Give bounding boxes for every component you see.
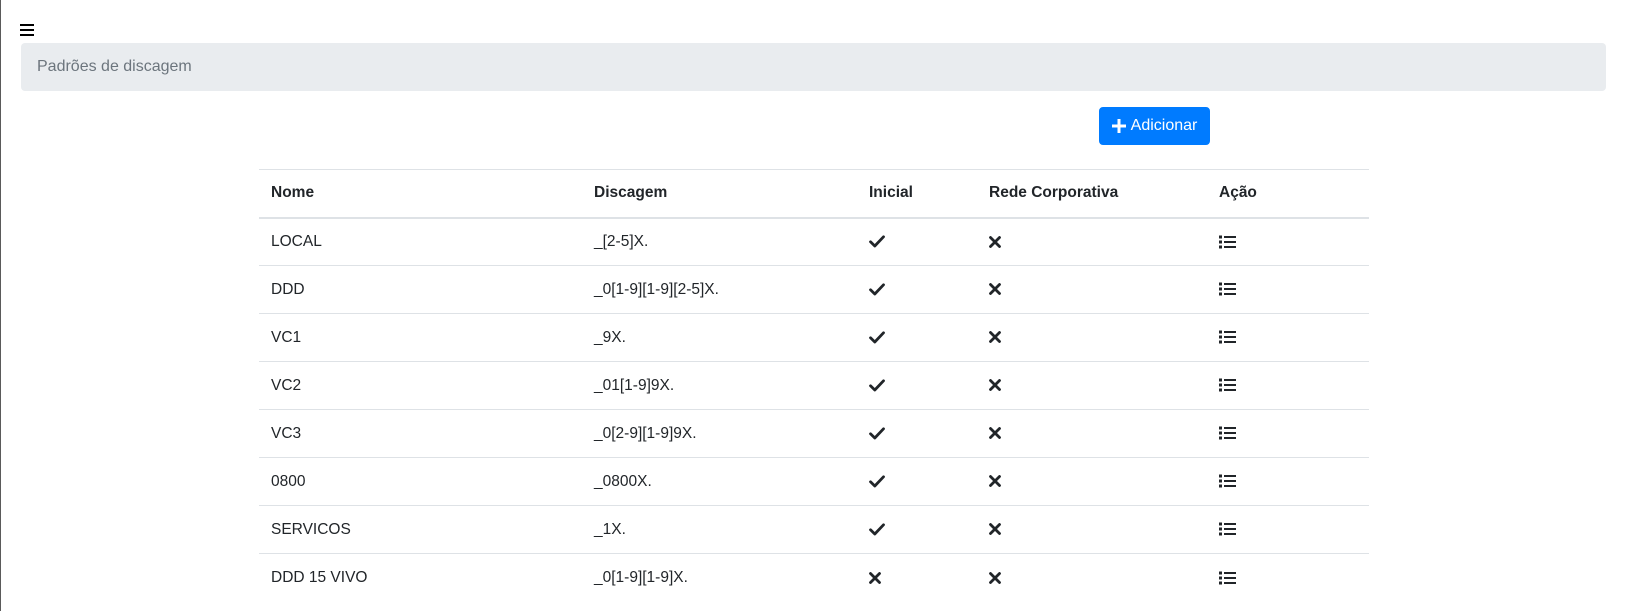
check-icon — [869, 379, 885, 392]
column-header-acao: Ação — [1207, 169, 1369, 219]
cell-inicial — [857, 505, 977, 554]
list-icon[interactable] — [1219, 330, 1236, 344]
cell-acao — [1207, 313, 1369, 362]
cell-inicial — [857, 218, 977, 266]
cell-discagem: _1X. — [582, 505, 857, 554]
cell-rede-corporativa — [977, 457, 1207, 506]
hamburger-icon[interactable] — [20, 23, 36, 37]
times-icon — [989, 283, 1001, 296]
table-row: DDD 15 VIVO _0[1-9][1-9]X. — [259, 553, 1369, 602]
table-row: DDD _0[1-9][1-9][2-5]X. — [259, 265, 1369, 314]
table-body: LOCAL _[2-5]X. DDD _0[1-9][1-9][2-5]X. VC1 _9… — [259, 218, 1369, 602]
cell-acao — [1207, 553, 1369, 602]
column-header-nome: Nome — [259, 169, 582, 219]
breadcrumb: Padrões de discagem — [21, 43, 1606, 91]
cell-nome: LOCAL — [271, 232, 322, 250]
cell-inicial — [857, 361, 977, 410]
times-icon — [989, 379, 1001, 392]
cell-acao — [1207, 457, 1369, 506]
times-icon — [989, 331, 1001, 344]
cell-rede-corporativa — [977, 218, 1207, 266]
column-header-inicial: Inicial — [857, 169, 977, 219]
times-icon — [869, 571, 881, 584]
cell-acao — [1207, 218, 1369, 266]
cell-acao — [1207, 265, 1369, 314]
cell-nome: SERVICOS — [259, 505, 582, 554]
times-icon — [989, 571, 1001, 584]
check-icon — [869, 283, 885, 296]
times-icon — [989, 427, 1001, 440]
check-icon — [869, 235, 885, 248]
cell-inicial — [857, 265, 977, 314]
check-icon — [869, 475, 885, 488]
cell-discagem: _0[1-9][1-9][2-5]X. — [582, 265, 857, 314]
page: Padrões de discagem Adicionar Nome Disca… — [0, 0, 1625, 611]
cell-discagem: _01[1-9]9X. — [582, 361, 857, 410]
cell-acao — [1207, 409, 1369, 458]
cell-nome: VC2 — [259, 361, 582, 410]
cell-rede-corporativa — [977, 265, 1207, 314]
check-icon — [869, 331, 885, 344]
table-row: VC2 _01[1-9]9X. — [259, 361, 1369, 410]
cell-nome: 0800 — [259, 457, 582, 506]
cell-acao — [1207, 361, 1369, 410]
cell-inicial — [857, 457, 977, 506]
cell-rede-corporativa — [977, 409, 1207, 458]
table-row: VC3 _0[2-9][1-9]9X. — [259, 409, 1369, 458]
list-icon[interactable] — [1219, 282, 1236, 296]
cell-rede-corporativa — [977, 361, 1207, 410]
times-icon — [989, 235, 1001, 248]
cell-inicial — [857, 313, 977, 362]
page-title: Padrões de discagem — [37, 58, 192, 75]
plus-icon — [1111, 119, 1126, 133]
list-icon[interactable] — [1219, 474, 1236, 488]
cell-nome: DDD 15 VIVO — [259, 553, 582, 602]
table-row: LOCAL _[2-5]X. — [259, 218, 1369, 266]
list-icon[interactable] — [1219, 378, 1236, 392]
cell-discagem: _[2-5]X. — [594, 232, 649, 250]
cell-discagem: _0[2-9][1-9]9X. — [582, 409, 857, 458]
dial-patterns-table: Nome Discagem Inicial Rede Corporativa A… — [259, 169, 1369, 602]
add-button-label: Adicionar — [1130, 117, 1198, 134]
times-icon — [989, 523, 1001, 536]
cell-discagem: _0[1-9][1-9]X. — [582, 553, 857, 602]
cell-nome: VC1 — [259, 313, 582, 362]
cell-nome: VC3 — [259, 409, 582, 458]
cell-discagem: _0800X. — [582, 457, 857, 506]
cell-inicial — [857, 553, 977, 602]
table-header-row: Nome Discagem Inicial Rede Corporativa A… — [259, 169, 1369, 219]
cell-nome: DDD — [259, 265, 582, 314]
check-icon — [869, 427, 885, 440]
cell-rede-corporativa — [977, 553, 1207, 602]
check-icon — [869, 523, 885, 536]
column-header-discagem: Discagem — [582, 169, 857, 219]
table-row: 0800 _0800X. — [259, 457, 1369, 506]
cell-rede-corporativa — [977, 313, 1207, 362]
cell-discagem: _9X. — [582, 313, 857, 362]
times-icon — [989, 475, 1001, 488]
table-row: SERVICOS _1X. — [259, 505, 1369, 554]
list-icon[interactable] — [1219, 426, 1236, 440]
list-icon[interactable] — [1219, 522, 1236, 536]
column-header-rede-corporativa: Rede Corporativa — [977, 169, 1207, 219]
list-icon[interactable] — [1219, 571, 1236, 585]
cell-rede-corporativa — [977, 505, 1207, 554]
cell-inicial — [857, 409, 977, 458]
list-icon[interactable] — [1219, 235, 1236, 249]
cell-acao — [1207, 505, 1369, 554]
table-row: VC1 _9X. — [259, 313, 1369, 362]
add-button[interactable]: Adicionar — [1099, 107, 1210, 145]
